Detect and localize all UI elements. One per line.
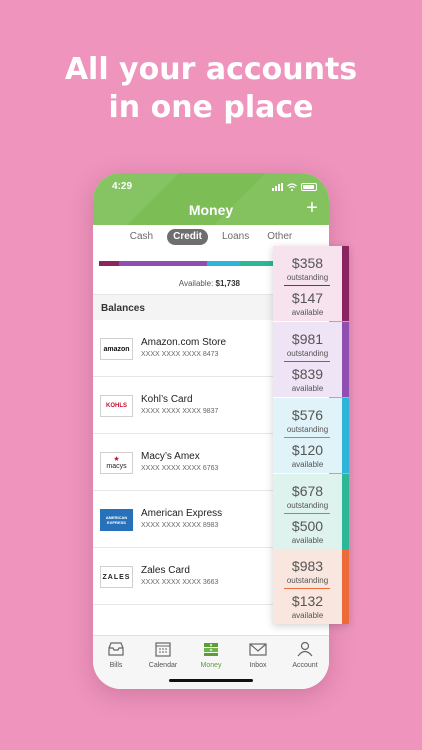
usage-segment xyxy=(207,261,240,266)
outstanding-value: $678 xyxy=(291,483,324,499)
divider xyxy=(284,437,330,438)
system-icons xyxy=(272,183,317,191)
account-number: XXXX XXXX XXXX 8983 xyxy=(141,522,219,529)
outstanding-label: outstanding xyxy=(286,349,329,358)
color-stripe xyxy=(342,474,349,549)
signal-icon xyxy=(272,183,283,191)
account-number: XXXX XXXX XXXX 9837 xyxy=(141,408,219,415)
outstanding-value: $983 xyxy=(291,558,324,574)
available-value: $147 xyxy=(291,290,324,306)
balance-card[interactable]: $358 outstanding $147 available xyxy=(273,246,349,321)
tab-credit[interactable]: Credit xyxy=(167,229,208,245)
balance-card[interactable]: $678 outstanding $500 available xyxy=(273,474,349,549)
calendar-icon xyxy=(155,642,171,657)
color-stripe xyxy=(342,549,349,624)
add-account-button[interactable]: + xyxy=(303,198,321,218)
amazon-logo: amazon xyxy=(100,338,133,360)
nav-inbox[interactable]: Inbox xyxy=(236,641,280,669)
account-number: XXXX XXXX XXXX 6763 xyxy=(141,465,219,472)
color-stripe xyxy=(342,398,349,473)
color-stripe xyxy=(342,322,349,397)
status-bar: 4:29 xyxy=(93,181,329,195)
app-title: Money xyxy=(188,202,234,218)
money-stack-icon xyxy=(204,643,218,656)
available-value: $500 xyxy=(291,518,324,534)
outstanding-label: outstanding xyxy=(286,501,329,510)
envelope-icon xyxy=(249,643,267,656)
amex-logo: AMERICAN EXPRESS xyxy=(100,509,133,531)
balance-cards-panel: $358 outstanding $147 available $981 out… xyxy=(273,246,349,624)
outstanding-label: outstanding xyxy=(286,425,329,434)
divider xyxy=(284,361,330,362)
nav-money[interactable]: Money xyxy=(189,641,233,669)
nav-label: Calendar xyxy=(148,662,178,669)
outstanding-value: $576 xyxy=(291,407,324,423)
account-number: XXXX XXXX XXXX 3663 xyxy=(141,579,219,586)
account-name: Kohl’s Card xyxy=(141,394,193,405)
available-label: available xyxy=(291,384,324,393)
divider xyxy=(284,285,330,286)
available-total: Available: $1,738 xyxy=(93,279,240,288)
nav-calendar[interactable]: Calendar xyxy=(141,641,185,669)
nav-account[interactable]: Account xyxy=(283,641,327,669)
outstanding-label: outstanding xyxy=(286,273,329,282)
headline: All your accounts in one place xyxy=(0,51,422,127)
balance-card[interactable]: $983 outstanding $132 available xyxy=(273,549,349,624)
color-stripe xyxy=(342,246,349,321)
balance-card[interactable]: $981 outstanding $839 available xyxy=(273,322,349,397)
divider xyxy=(284,513,330,514)
available-value: $132 xyxy=(291,593,324,609)
available-value: $120 xyxy=(291,442,324,458)
outstanding-label: outstanding xyxy=(286,576,329,585)
tab-loans[interactable]: Loans xyxy=(218,229,253,245)
available-label: available xyxy=(291,536,324,545)
usage-segment xyxy=(99,261,119,266)
account-name: American Express xyxy=(141,508,223,519)
macys-logo: ★ macys xyxy=(100,452,133,474)
zales-logo: ZALES xyxy=(100,566,133,588)
nav-label: Account xyxy=(292,662,318,669)
headline-line-2: in one place xyxy=(108,90,314,125)
divider xyxy=(284,588,330,589)
kohls-logo: KOHLS xyxy=(100,395,133,417)
outstanding-value: $981 xyxy=(291,331,324,347)
account-number: XXXX XXXX XXXX 8473 xyxy=(141,351,219,358)
outstanding-value: $358 xyxy=(291,255,324,271)
available-label: available xyxy=(291,460,324,469)
nav-label: Inbox xyxy=(249,662,267,669)
wifi-icon xyxy=(287,183,297,191)
available-value: $839 xyxy=(291,366,324,382)
person-icon xyxy=(297,641,313,657)
headline-line-1: All your accounts xyxy=(64,52,358,87)
nav-bills[interactable]: Bills xyxy=(94,641,138,669)
available-label: Available: xyxy=(178,279,214,288)
battery-icon xyxy=(301,183,317,191)
balance-card[interactable]: $576 outstanding $120 available xyxy=(273,398,349,473)
available-label: available xyxy=(291,308,324,317)
home-indicator xyxy=(169,679,253,682)
account-name: Macy’s Amex xyxy=(141,451,200,462)
nav-label: Bills xyxy=(109,662,123,669)
account-name: Amazon.com Store xyxy=(141,337,227,348)
balances-label: Balances xyxy=(101,303,145,314)
nav-label: Money xyxy=(200,662,222,669)
usage-segment xyxy=(119,261,207,266)
tab-cash[interactable]: Cash xyxy=(126,229,157,245)
available-value: $1,738 xyxy=(215,279,240,288)
tab-other[interactable]: Other xyxy=(263,229,296,245)
inbox-tray-icon xyxy=(108,642,124,656)
available-label: available xyxy=(291,611,324,620)
status-time: 4:29 xyxy=(112,181,133,192)
app-header: 4:29 Money + xyxy=(93,173,329,225)
account-name: Zales Card xyxy=(141,565,190,576)
